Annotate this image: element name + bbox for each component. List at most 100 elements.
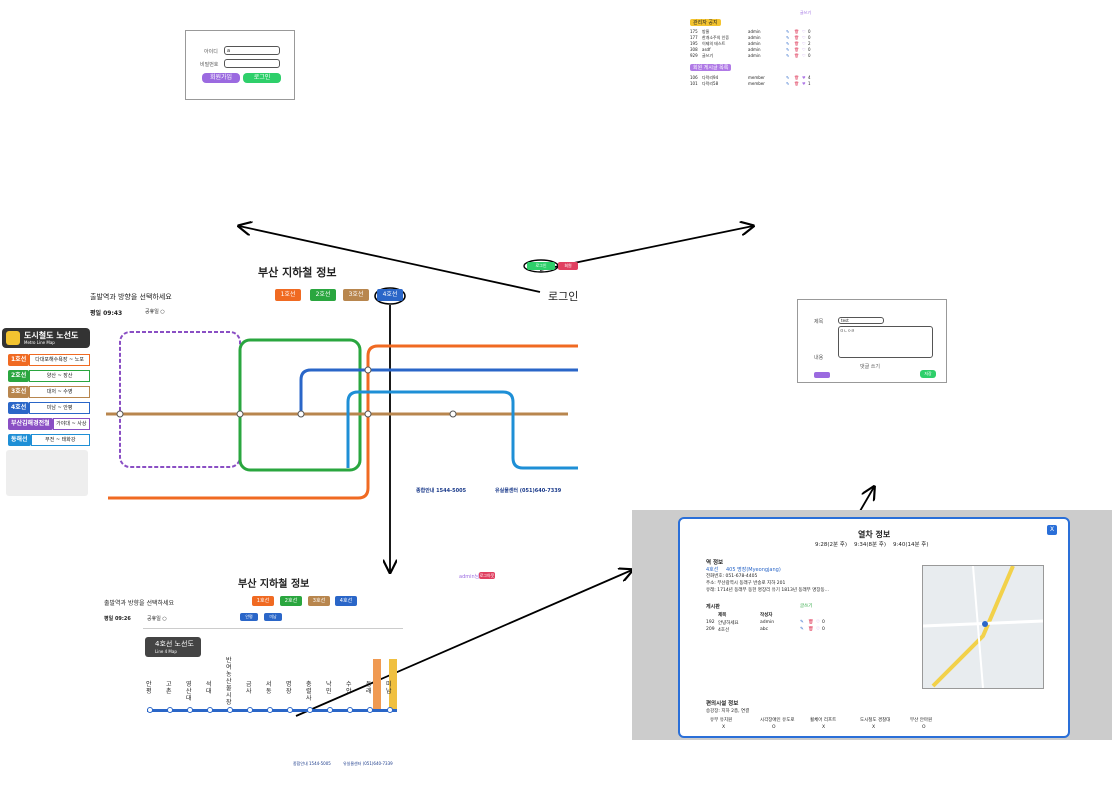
heart-icon[interactable]: ♡ — [802, 41, 806, 46]
content-label: 내용 — [814, 355, 824, 361]
heart-icon[interactable]: ♡ — [802, 35, 806, 40]
station-dot[interactable] — [147, 707, 153, 713]
station-dot[interactable] — [327, 707, 333, 713]
id-input[interactable]: a — [224, 46, 280, 55]
heart-icon[interactable]: ♡ — [816, 627, 820, 632]
comment-toggle[interactable]: 댓글 쓰기 — [860, 363, 880, 370]
heart-icon[interactable]: ♡ — [802, 47, 806, 52]
edit-icon[interactable]: ✎ — [800, 620, 804, 625]
line1-button[interactable]: 1호선 — [275, 289, 301, 301]
delete-icon[interactable]: 🗑 — [794, 29, 799, 34]
line4-button[interactable]: 4호선 — [377, 289, 403, 301]
mini-signup-button[interactable]: 회원 — [558, 262, 578, 270]
legend-header: 도시철도 노선도 Metro Line Map — [2, 328, 90, 348]
like-count: 0 — [808, 47, 811, 52]
signup-button[interactable]: 회원가입 — [202, 73, 240, 83]
post-author: admin — [748, 41, 761, 46]
line4-page-line1[interactable]: 1호선 — [252, 596, 274, 606]
content-textarea[interactable]: ㅁㄴㅇㄹ — [838, 326, 933, 358]
legend-tag: 3호선 — [8, 386, 30, 398]
dir-minam-button[interactable]: 미남 — [264, 613, 282, 621]
post-title[interactable]: 다락리58 — [702, 81, 718, 87]
station-dot[interactable] — [227, 707, 233, 713]
delete-icon[interactable]: 🗑 — [794, 75, 799, 80]
station-name[interactable]: 영산대 — [186, 681, 194, 702]
line4-page-line3[interactable]: 3호선 — [308, 596, 330, 606]
post-id: 175 — [690, 29, 698, 34]
post-title[interactable]: 글쓰기 — [702, 53, 713, 59]
edit-icon[interactable]: ✎ — [786, 47, 789, 52]
legend-text: 미남 ~ 안평 — [29, 402, 90, 414]
edit-icon[interactable]: ✎ — [786, 81, 789, 86]
delete-icon[interactable]: 🗑 — [794, 81, 799, 86]
line4-page-line2[interactable]: 2호선 — [280, 596, 302, 606]
user-link[interactable]: admin님 — [459, 573, 479, 580]
col-author: 작성자 — [760, 613, 773, 618]
station-name[interactable]: 미남 — [386, 681, 394, 695]
station-name[interactable]: 반여농산물시장 — [226, 657, 234, 706]
title-input[interactable]: test — [838, 317, 884, 324]
delete-icon[interactable]: 🗑 — [808, 627, 814, 632]
line2-button[interactable]: 2호선 — [310, 289, 336, 301]
admin-section-badge: 관리자 공지 — [690, 19, 721, 26]
delete-icon[interactable]: 🗑 — [794, 35, 799, 40]
station-name[interactable]: 충렬사 — [306, 681, 314, 702]
delete-icon[interactable]: 🗑 — [794, 53, 799, 58]
station-name[interactable]: 서동 — [266, 681, 274, 695]
write-link[interactable]: 글쓰기 — [800, 10, 811, 16]
station-name[interactable]: 금사 — [246, 681, 254, 695]
close-button[interactable]: X — [1047, 525, 1057, 535]
station-dot[interactable] — [287, 707, 293, 713]
post-author: admin — [748, 29, 761, 34]
station-dot[interactable] — [167, 707, 173, 713]
station-dot[interactable] — [307, 707, 313, 713]
station-dot[interactable] — [207, 707, 213, 713]
delete-icon[interactable]: 🗑 — [794, 41, 799, 46]
station-name[interactable]: 명장 — [286, 681, 294, 695]
edit-icon[interactable]: ✎ — [786, 29, 789, 34]
mini-login-button[interactable]: 로그인 — [527, 262, 555, 270]
edit-icon[interactable]: ✎ — [786, 53, 789, 58]
station-dot[interactable] — [187, 707, 193, 713]
station-dot[interactable] — [367, 707, 373, 713]
line4-page-line4[interactable]: 4호선 — [335, 596, 357, 606]
station-name[interactable]: 안평 — [146, 681, 154, 695]
station-name[interactable]: 고촌 — [166, 681, 174, 695]
legend-subtitle: Metro Line Map — [24, 340, 55, 345]
edit-icon[interactable]: ✎ — [800, 627, 804, 632]
info-post-title[interactable]: 4호선 — [718, 627, 729, 633]
logout-button[interactable]: 로그아웃 — [479, 572, 495, 579]
modal-write-link[interactable]: 글쓰기 — [800, 603, 812, 609]
legend-symbols — [6, 450, 88, 496]
info-post-title[interactable]: 안녕하세요 — [718, 620, 739, 626]
facility-subtitle: 승강장: 지하 2층, 연결 — [706, 709, 750, 714]
station-name[interactable]: 낙민 — [326, 681, 334, 695]
heart-icon[interactable]: ♡ — [802, 53, 806, 58]
facility-val: X — [822, 725, 826, 730]
line3-button[interactable]: 3호선 — [343, 289, 369, 301]
edit-icon[interactable]: ✎ — [786, 35, 789, 40]
dir-anpyeong-button[interactable]: 안평 — [240, 613, 258, 621]
post-title[interactable]: asdf — [702, 47, 710, 52]
save-button[interactable]: 저장 — [920, 370, 936, 378]
station-name[interactable]: 동래 — [366, 681, 374, 695]
delete-icon[interactable]: 🗑 — [808, 620, 814, 625]
login-button[interactable]: 로그인 — [243, 73, 281, 83]
station-dot[interactable] — [387, 707, 393, 713]
station-dot[interactable] — [347, 707, 353, 713]
pw-input[interactable] — [224, 59, 280, 68]
line4-page-title: 부산 지하철 정보 — [238, 579, 310, 590]
station-name[interactable]: 석대 — [206, 681, 214, 695]
edit-icon[interactable]: ✎ — [786, 75, 789, 80]
heart-icon[interactable]: ♡ — [816, 620, 820, 625]
facility-val: X — [872, 725, 876, 730]
heart-icon[interactable]: ♡ — [802, 29, 806, 34]
delete-icon[interactable]: 🗑 — [794, 47, 799, 52]
station-name[interactable]: 수안 — [346, 681, 354, 695]
heart-icon[interactable]: ♥ — [802, 75, 806, 80]
station-dot[interactable] — [247, 707, 253, 713]
heart-icon[interactable]: ♥ — [802, 81, 806, 86]
station-dot[interactable] — [267, 707, 273, 713]
edit-icon[interactable]: ✎ — [786, 41, 789, 46]
like-count: 0 — [822, 627, 825, 632]
